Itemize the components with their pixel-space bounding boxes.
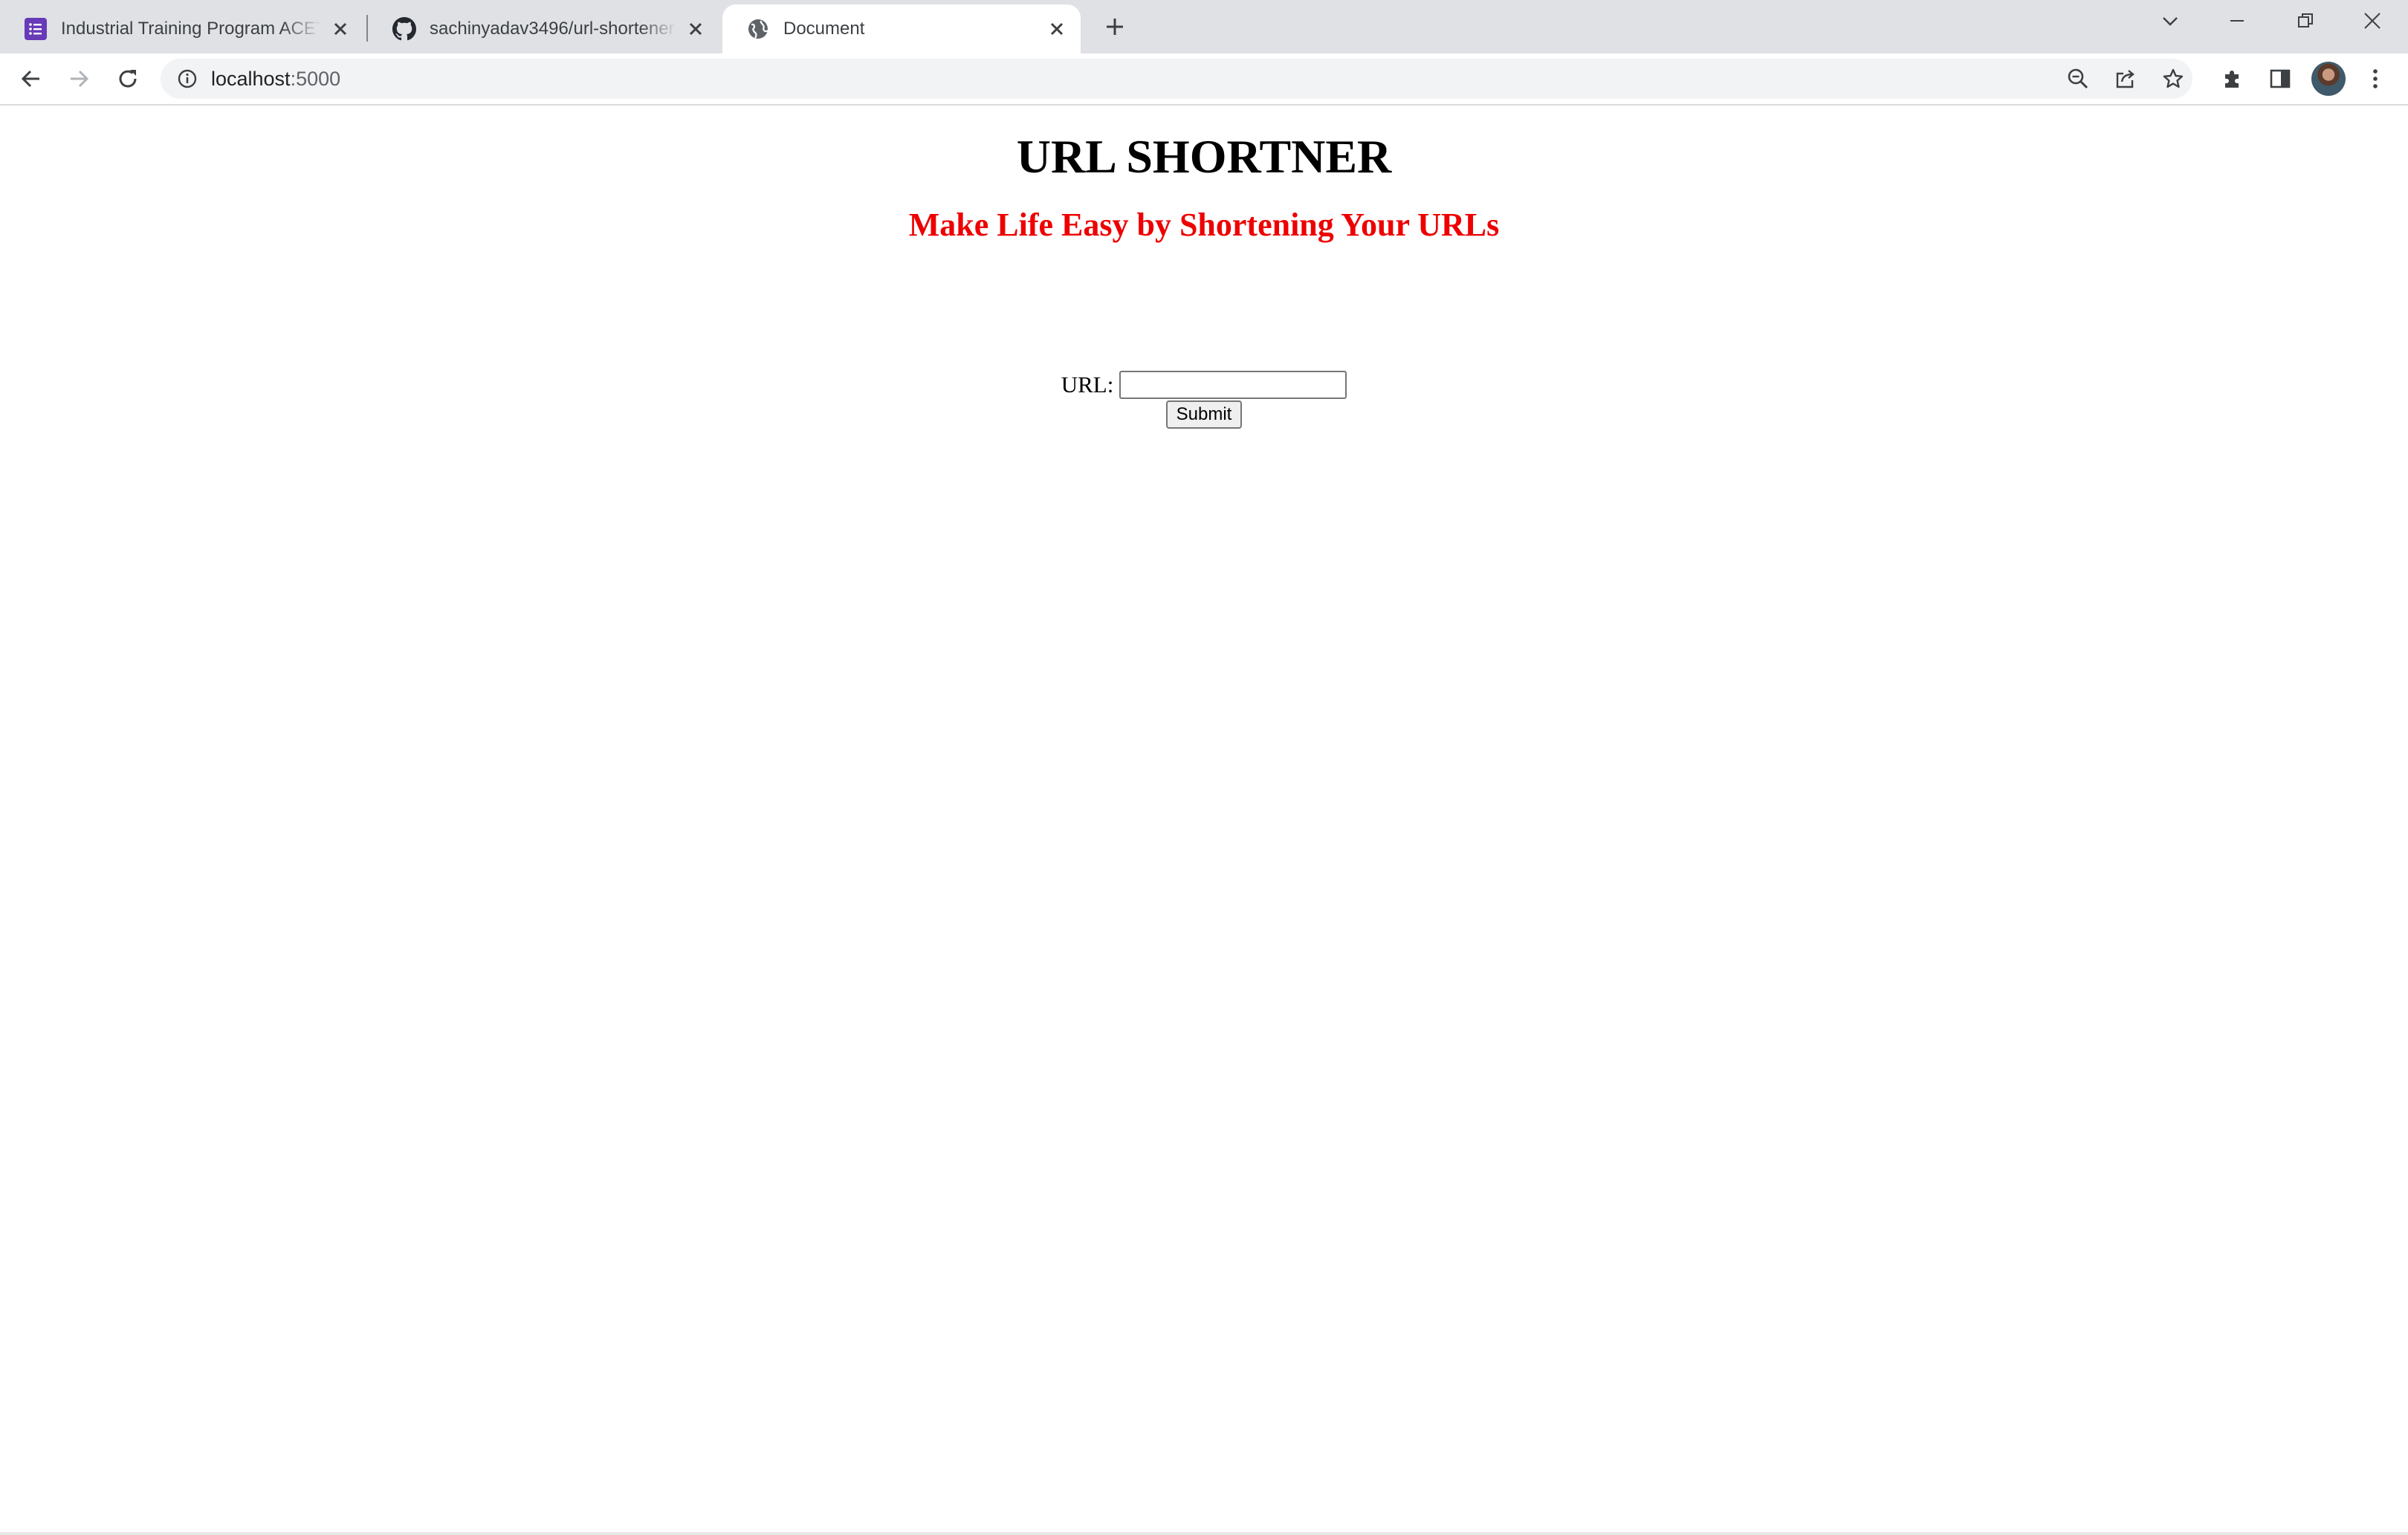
url-row: URL: (0, 369, 2408, 400)
submit-button[interactable]: Submit (1165, 400, 1243, 429)
github-icon (392, 17, 416, 41)
restore-button[interactable] (2283, 4, 2328, 37)
menu-kebab-icon[interactable] (2359, 62, 2392, 95)
google-forms-icon (24, 17, 48, 41)
address-url[interactable]: localhost:5000 (211, 59, 340, 99)
tab-title: Industrial Training Program ACET (61, 19, 321, 39)
tab-strip: Industrial Training Program ACET sachiny… (0, 0, 2408, 53)
url-port: :5000 (290, 68, 341, 90)
url-label: URL: (1061, 371, 1114, 397)
tab-title: sachinyadav3496/url-shortener-flask (430, 19, 676, 39)
close-window-button[interactable] (2350, 4, 2395, 37)
page-viewport: URL SHORTNER Make Life Easy by Shortenin… (0, 106, 2408, 1532)
address-bar[interactable]: localhost:5000 (161, 59, 2192, 99)
share-icon[interactable] (2109, 62, 2142, 95)
reload-button[interactable] (111, 62, 144, 95)
tab-separator (366, 15, 368, 42)
tab-document[interactable]: Document (722, 4, 1081, 53)
url-input[interactable] (1119, 371, 1347, 399)
bookmark-star-icon[interactable] (2157, 62, 2189, 95)
minimize-button[interactable] (2215, 4, 2259, 37)
page-title: URL SHORTNER (1016, 130, 1392, 183)
back-button[interactable] (15, 62, 48, 95)
shorten-form: URL: Submit (0, 369, 2408, 429)
tab-title: Document (783, 19, 865, 39)
window-bottom-border (0, 1532, 2408, 1535)
forward-button[interactable] (62, 62, 95, 95)
page-subtitle: Make Life Easy by Shortening Your URLs (908, 207, 1500, 243)
close-icon[interactable] (684, 17, 708, 41)
url-host: localhost (211, 68, 291, 90)
site-info-icon[interactable] (175, 67, 199, 91)
extensions-puzzle-icon[interactable] (2216, 62, 2249, 95)
close-icon[interactable] (1045, 17, 1069, 41)
submit-row: Submit (0, 400, 2408, 429)
close-icon[interactable] (328, 17, 352, 41)
tab-github-repo[interactable]: sachinyadav3496/url-shortener-flask (369, 4, 719, 53)
profile-avatar[interactable] (2311, 62, 2346, 96)
browser-toolbar: localhost:5000 (0, 53, 2408, 106)
globe-icon (746, 17, 770, 41)
side-panel-icon[interactable] (2264, 62, 2297, 95)
zoom-icon[interactable] (2062, 62, 2094, 95)
tab-search-button[interactable] (2148, 4, 2192, 37)
new-tab-button[interactable] (1098, 10, 1131, 43)
tab-industrial-training[interactable]: Industrial Training Program ACET (0, 4, 364, 53)
